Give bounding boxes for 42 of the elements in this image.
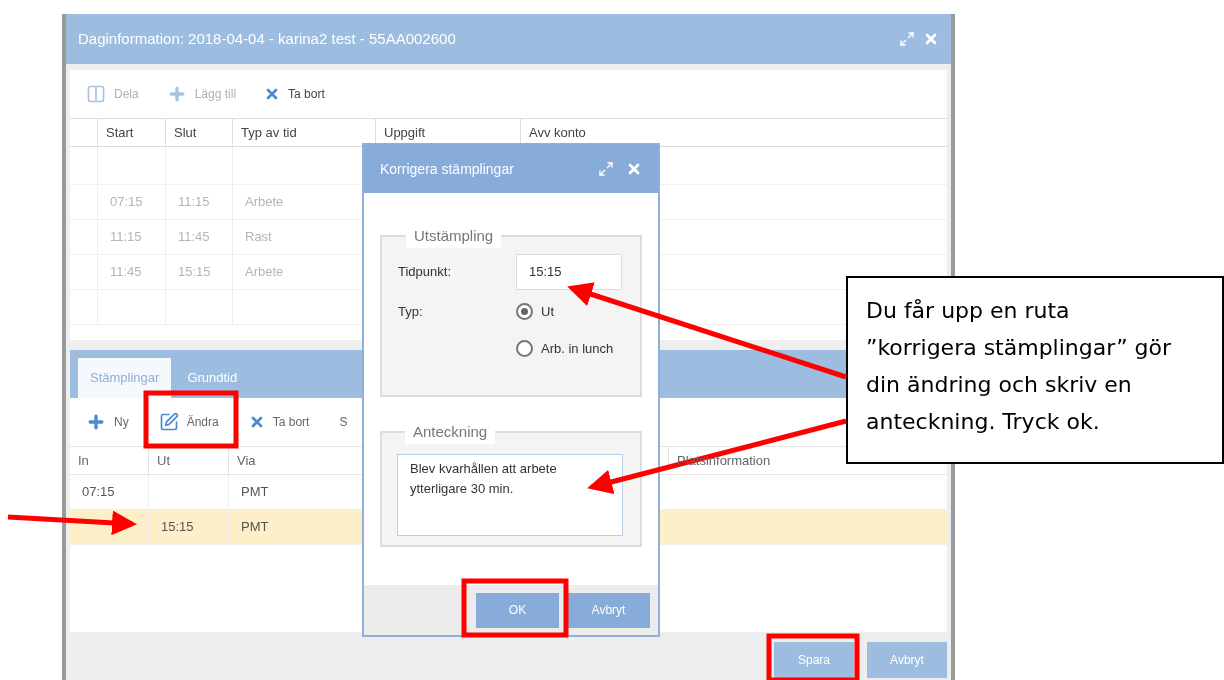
toolbar-button[interactable]: Ändra — [158, 412, 219, 432]
radio-label: Arb. in lunch — [541, 340, 614, 358]
radio-button[interactable] — [516, 302, 533, 320]
dialog-button[interactable]: Avbryt — [567, 592, 650, 628]
table-cell-text: 07:15 — [81, 483, 116, 502]
close-icon[interactable] — [923, 31, 939, 47]
radio-label: Ut — [541, 302, 554, 321]
toolbar-button[interactable]: Ny — [86, 412, 129, 432]
dialog-button[interactable]: OK — [476, 592, 559, 628]
tab[interactable]: Grundtid — [175, 358, 250, 398]
expand-icon[interactable] — [899, 31, 915, 47]
toolbar-button[interactable]: Ta bort — [248, 413, 310, 431]
table-cell: 07:15 — [97, 185, 165, 219]
column-header: Start — [97, 119, 165, 146]
table-cell: 11:15 — [97, 220, 165, 254]
field-label: Tidpunkt: — [398, 262, 452, 281]
note-field[interactable]: Blev kvarhållen att arbete ytterligare 30 min. — [397, 453, 623, 536]
column-header: Via — [237, 451, 256, 470]
column-header: Slut — [165, 119, 232, 146]
footer-button[interactable]: Avbryt — [867, 642, 947, 678]
toolbar-button[interactable]: S — [339, 413, 348, 431]
column-header: In — [78, 451, 89, 470]
expand-icon[interactable] — [598, 161, 614, 177]
close-icon[interactable] — [626, 161, 642, 177]
table-cell: 11:45 — [165, 220, 232, 254]
plus-icon — [86, 412, 106, 432]
columns-icon — [86, 84, 106, 104]
window-title: Daginformation: 2018-04-04 - karina2 test - 55AA002600 — [78, 28, 457, 49]
footer-button[interactable]: Spara — [774, 642, 854, 678]
radio-button[interactable] — [516, 340, 533, 358]
time-field[interactable]: 15:15 — [516, 253, 622, 290]
table-cell: 11:15 — [165, 185, 232, 219]
dialog-title: Korrigera stämplingar — [380, 159, 515, 179]
field-label: Typ: — [398, 302, 424, 321]
tab[interactable]: Stämplingar — [78, 358, 172, 398]
table-cell: 15:15 — [165, 255, 232, 289]
toolbar-button[interactable]: Ta bort — [264, 85, 325, 103]
table-cell: 11:45 — [97, 255, 165, 289]
edit-icon — [158, 412, 179, 432]
callout-text: Du får upp en ruta ”korrigera stämplingar” gör din ändring och skriv en anteckning. Tryck ok. — [866, 297, 1173, 436]
table-cell: 15:15 — [148, 510, 228, 544]
column-header: Ut — [157, 451, 170, 470]
